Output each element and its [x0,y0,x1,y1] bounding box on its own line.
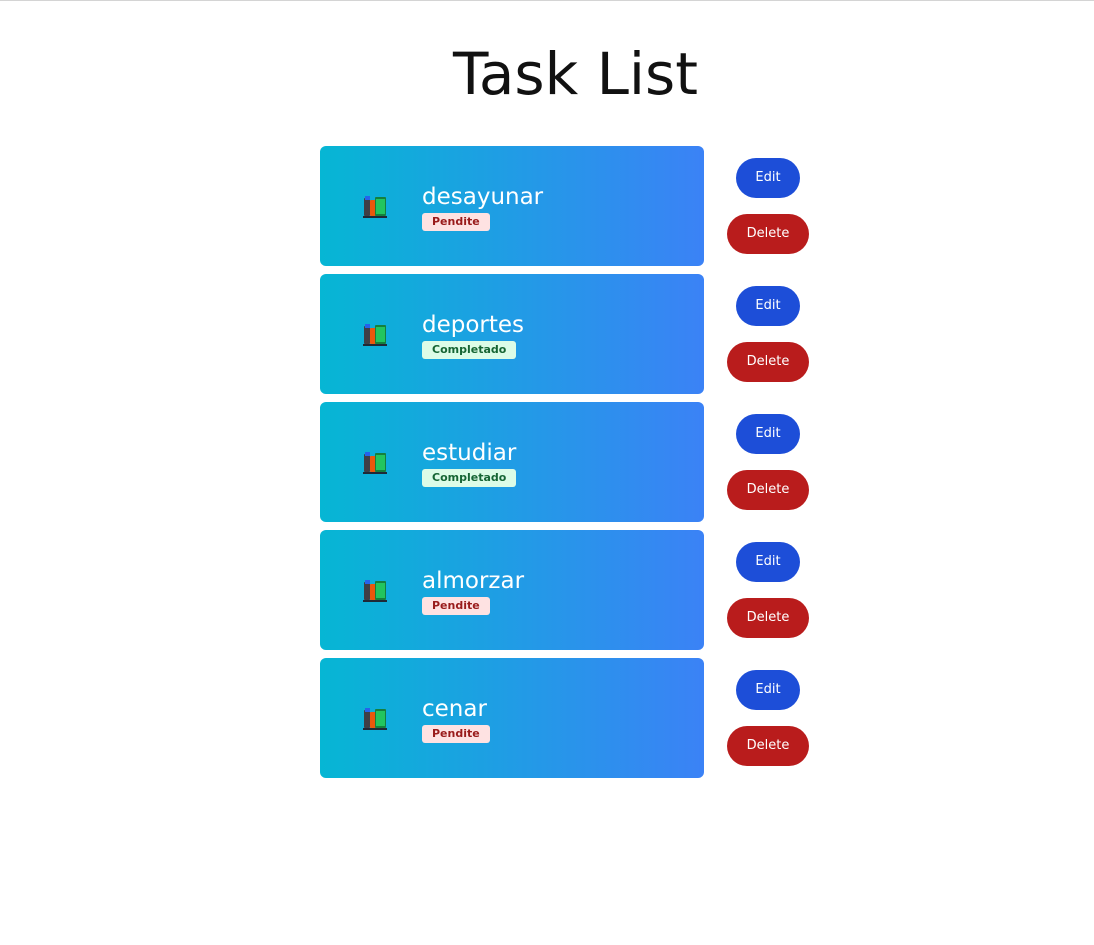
edit-button[interactable]: Edit [736,158,800,198]
task-name: deportes [422,312,525,338]
task-card: cenar Pendite [320,658,704,778]
task-row: desayunar Pendite Edit Delete [320,146,820,266]
task-list: desayunar Pendite Edit Delete deportes C… [320,146,820,786]
task-card: estudiar Completado [320,402,704,522]
status-badge: Pendite [422,213,490,231]
books-icon [363,196,387,218]
delete-button[interactable]: Delete [727,470,809,510]
delete-button[interactable]: Delete [727,214,809,254]
books-icon [363,452,387,474]
task-name: desayunar [422,184,544,210]
task-row: almorzar Pendite Edit Delete [320,530,820,650]
task-row: estudiar Completado Edit Delete [320,402,820,522]
status-badge: Completado [422,341,517,359]
task-card: deportes Completado [320,274,704,394]
edit-button[interactable]: Edit [736,286,800,326]
delete-button[interactable]: Delete [727,342,809,382]
task-name: almorzar [422,568,525,594]
edit-button[interactable]: Edit [736,414,800,454]
edit-button[interactable]: Edit [736,542,800,582]
task-row: cenar Pendite Edit Delete [320,658,820,778]
delete-button[interactable]: Delete [727,598,809,638]
status-badge: Pendite [422,725,490,743]
status-badge: Pendite [422,597,490,615]
task-row: deportes Completado Edit Delete [320,274,820,394]
status-badge: Completado [422,469,517,487]
edit-button[interactable]: Edit [736,670,800,710]
task-name: cenar [422,696,487,722]
task-card: almorzar Pendite [320,530,704,650]
task-card: desayunar Pendite [320,146,704,266]
top-divider [0,0,1094,1]
delete-button[interactable]: Delete [727,726,809,766]
task-name: estudiar [422,440,517,466]
books-icon [363,580,387,602]
books-icon [363,708,387,730]
books-icon [363,324,387,346]
page-title: Task List [453,40,698,108]
